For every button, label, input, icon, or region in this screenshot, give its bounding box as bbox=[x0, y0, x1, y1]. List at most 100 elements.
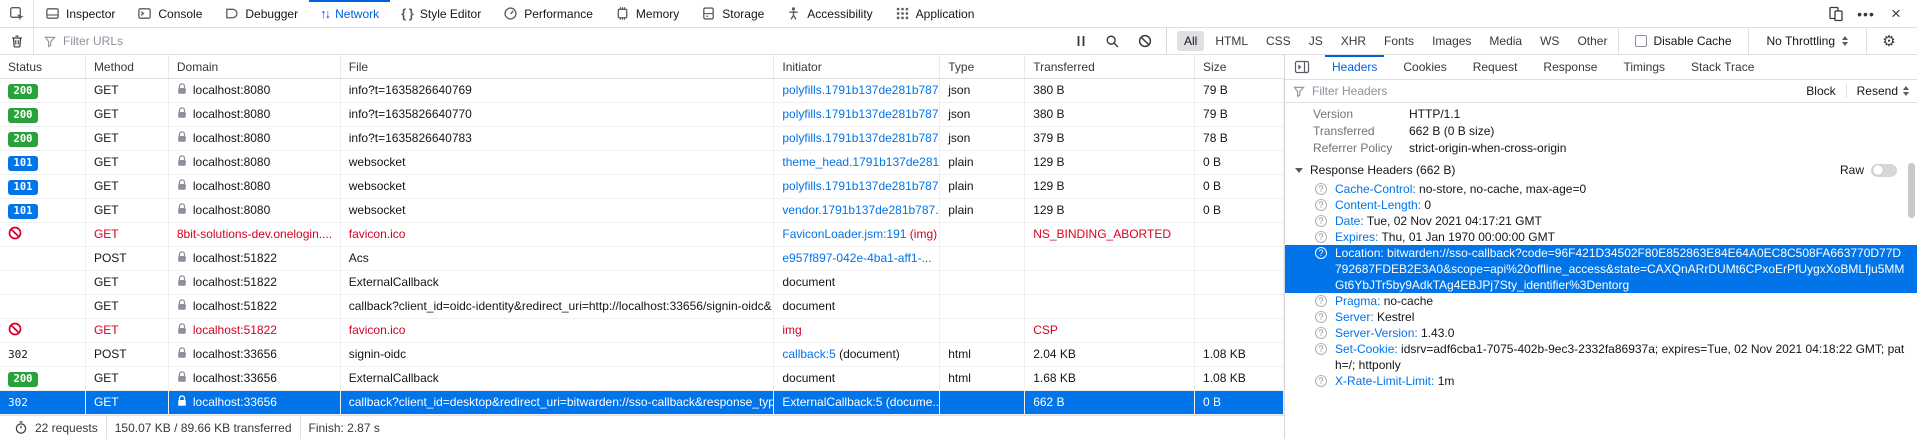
lock-icon bbox=[177, 203, 187, 215]
detail-tab-stack-trace[interactable]: Stack Trace bbox=[1678, 55, 1767, 79]
domain-cell: localhost:8080 bbox=[169, 151, 341, 174]
type-cell: json bbox=[940, 103, 1025, 126]
tab-console[interactable]: Console bbox=[126, 0, 213, 27]
detail-scrollbar[interactable] bbox=[1908, 163, 1915, 218]
search-button[interactable] bbox=[1105, 34, 1120, 49]
network-settings-button[interactable]: ⚙ bbox=[1871, 28, 1907, 54]
help-icon[interactable] bbox=[1315, 215, 1327, 227]
request-row[interactable]: POST localhost:51822 Acs e957f897-042e-4… bbox=[0, 247, 1284, 271]
tab-network[interactable]: ↑↓ Network bbox=[309, 0, 390, 27]
response-header-row[interactable]: Location: bitwarden://sso-callback?code=… bbox=[1285, 245, 1917, 293]
response-header-row[interactable]: Content-Length: 0 bbox=[1285, 197, 1917, 213]
block-button[interactable]: Block bbox=[1806, 84, 1835, 98]
help-icon[interactable] bbox=[1315, 311, 1327, 323]
collapse-detail-pane-button[interactable] bbox=[1285, 55, 1319, 79]
column-header-domain[interactable]: Domain bbox=[169, 55, 341, 78]
header-name: X-Rate-Limit-Limit: bbox=[1335, 374, 1438, 388]
filter-urls-input[interactable]: Filter URLs bbox=[34, 34, 1061, 48]
throttling-select[interactable]: No Throttling bbox=[1753, 34, 1862, 48]
column-header-status[interactable]: Status bbox=[0, 55, 86, 78]
tab-inspector[interactable]: Inspector bbox=[34, 0, 126, 27]
responsive-design-button[interactable] bbox=[1823, 0, 1849, 27]
request-row[interactable]: 302 GET localhost:33656 callback?client_… bbox=[0, 391, 1284, 415]
response-header-row[interactable]: Server: Kestrel bbox=[1285, 309, 1917, 325]
request-row[interactable]: 200 GET localhost:8080 info?t=1635826640… bbox=[0, 127, 1284, 151]
tab-debugger[interactable]: Debugger bbox=[213, 0, 309, 27]
resend-button[interactable]: Resend bbox=[1857, 84, 1909, 98]
help-icon[interactable] bbox=[1315, 327, 1327, 339]
request-row[interactable]: 101 GET localhost:8080 websocket polyfil… bbox=[0, 175, 1284, 199]
column-header-type[interactable]: Type bbox=[940, 55, 1025, 78]
response-header-row[interactable]: Server-Version: 1.43.0 bbox=[1285, 325, 1917, 341]
type-filter-images[interactable]: Images bbox=[1425, 31, 1478, 51]
raw-toggle-switch[interactable] bbox=[1871, 164, 1897, 177]
pause-traffic-button[interactable] bbox=[1075, 34, 1087, 48]
request-row[interactable]: 200 GET localhost:8080 info?t=1635826640… bbox=[0, 103, 1284, 127]
help-icon[interactable] bbox=[1315, 231, 1327, 243]
column-header-initiator[interactable]: Initiator bbox=[774, 55, 940, 78]
close-devtools-button[interactable]: × bbox=[1883, 0, 1909, 27]
response-headers-section[interactable]: Response Headers (662 B) Raw bbox=[1285, 157, 1917, 181]
raw-toggle-control[interactable]: Raw bbox=[1840, 163, 1907, 177]
response-header-row[interactable]: Expires: Thu, 01 Jan 1970 00:00:00 GMT bbox=[1285, 229, 1917, 245]
pick-element-button[interactable] bbox=[0, 0, 34, 27]
type-filter-xhr[interactable]: XHR bbox=[1334, 31, 1373, 51]
column-header-transferred[interactable]: Transferred bbox=[1025, 55, 1195, 78]
clear-requests-button[interactable] bbox=[0, 28, 33, 54]
response-header-row[interactable]: Set-Cookie: idsrv=adf6cba1-7075-402b-9ec… bbox=[1285, 341, 1917, 373]
detail-tab-cookies[interactable]: Cookies bbox=[1390, 55, 1459, 79]
help-icon[interactable] bbox=[1315, 183, 1327, 195]
response-header-row[interactable]: Cache-Control: no-store, no-cache, max-a… bbox=[1285, 181, 1917, 197]
response-header-row[interactable]: X-Rate-Limit-Limit: 1m bbox=[1285, 373, 1917, 389]
type-filter-js[interactable]: JS bbox=[1302, 31, 1330, 51]
help-icon[interactable] bbox=[1315, 199, 1327, 211]
request-row[interactable]: 101 GET localhost:8080 websocket theme_h… bbox=[0, 151, 1284, 175]
request-row[interactable]: GET localhost:51822 favicon.ico img CSP bbox=[0, 319, 1284, 343]
type-filter-html[interactable]: HTML bbox=[1208, 31, 1255, 51]
filter-headers-input[interactable]: Filter Headers bbox=[1312, 84, 1387, 98]
stopwatch-icon bbox=[14, 420, 28, 435]
block-requests-button[interactable] bbox=[1138, 34, 1152, 48]
request-row[interactable]: 200 GET localhost:33656 ExternalCallback… bbox=[0, 367, 1284, 391]
column-header-file[interactable]: File bbox=[341, 55, 775, 78]
type-filter-other[interactable]: Other bbox=[1570, 31, 1614, 51]
type-filter-fonts[interactable]: Fonts bbox=[1377, 31, 1421, 51]
help-icon[interactable] bbox=[1315, 247, 1327, 259]
response-header-row[interactable]: Pragma: no-cache bbox=[1285, 293, 1917, 309]
detail-tab-request[interactable]: Request bbox=[1460, 55, 1531, 79]
headers-filter-bar: Filter Headers Block Resend bbox=[1285, 80, 1917, 103]
request-row[interactable]: 200 GET localhost:8080 info?t=1635826640… bbox=[0, 79, 1284, 103]
tab-accessibility[interactable]: Accessibility bbox=[775, 0, 883, 27]
detail-tab-timings[interactable]: Timings bbox=[1610, 55, 1678, 79]
response-header-row[interactable]: Date: Tue, 02 Nov 2021 04:17:21 GMT bbox=[1285, 213, 1917, 229]
tab-performance[interactable]: Performance bbox=[492, 0, 604, 27]
request-row[interactable]: 101 GET localhost:8080 websocket vendor.… bbox=[0, 199, 1284, 223]
response-headers-list: Cache-Control: no-store, no-cache, max-a… bbox=[1285, 181, 1917, 389]
type-filter-media[interactable]: Media bbox=[1482, 31, 1529, 51]
request-row[interactable]: GET localhost:51822 callback?client_id=o… bbox=[0, 295, 1284, 319]
transferred-summary: 150.07 KB / 89.66 KB transferred bbox=[107, 421, 300, 435]
tab-storage[interactable]: Storage bbox=[690, 0, 775, 27]
request-row[interactable]: 302 POST localhost:33656 signin-oidc cal… bbox=[0, 343, 1284, 367]
help-icon[interactable] bbox=[1315, 343, 1327, 355]
tab-style-editor[interactable]: { } Style Editor bbox=[390, 0, 492, 27]
detail-tab-response[interactable]: Response bbox=[1530, 55, 1610, 79]
help-icon[interactable] bbox=[1315, 375, 1327, 387]
header-value: 1m bbox=[1438, 374, 1455, 388]
help-icon[interactable] bbox=[1315, 295, 1327, 307]
devtools-menu-button[interactable]: ••• bbox=[1853, 0, 1879, 27]
type-filter-css[interactable]: CSS bbox=[1259, 31, 1298, 51]
type-filter-ws[interactable]: WS bbox=[1533, 31, 1566, 51]
tab-application[interactable]: Application bbox=[884, 0, 986, 27]
type-filter-all[interactable]: All bbox=[1177, 31, 1204, 51]
disable-cache-control[interactable]: Disable Cache bbox=[1623, 34, 1743, 48]
request-row[interactable]: GET 8bit-solutions-dev.onelogin.... favi… bbox=[0, 223, 1284, 247]
tab-memory[interactable]: Memory bbox=[604, 0, 690, 27]
detail-tab-headers[interactable]: Headers bbox=[1319, 55, 1390, 79]
tab-label: Storage bbox=[722, 7, 764, 21]
disable-cache-checkbox[interactable] bbox=[1635, 35, 1647, 47]
column-header-size[interactable]: Size bbox=[1195, 55, 1284, 78]
column-header-method[interactable]: Method bbox=[86, 55, 169, 78]
initiator-cell: document bbox=[774, 367, 940, 390]
request-row[interactable]: GET localhost:51822 ExternalCallback doc… bbox=[0, 271, 1284, 295]
